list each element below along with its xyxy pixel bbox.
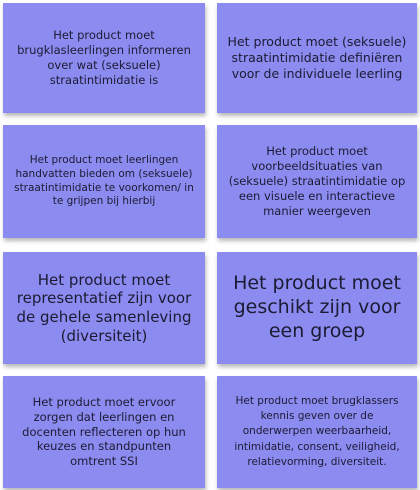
sticky-note-text: Het product moet ervoor zorgen dat leerl… xyxy=(22,394,186,469)
sticky-note-representatief[interactable]: Het product moet representatief zijn voo… xyxy=(3,252,205,364)
sticky-note-text: Het product moet brugklassers kennis gev… xyxy=(234,394,400,468)
sticky-note-handvatten[interactable]: Het product moet leerlingen handvatten b… xyxy=(3,125,205,238)
sticky-note-text: Het product moet leerlingen handvatten b… xyxy=(14,154,194,208)
sticky-note-definieren[interactable]: Het product moet (seksuele) straatintimi… xyxy=(217,3,417,113)
sticky-note-text: Het product moet voorbeeldsituaties van … xyxy=(228,144,406,218)
sticky-note-text: Het product moet (seksuele) straatintimi… xyxy=(227,33,407,82)
sticky-note-text: Het product moet brugklasleerlingen info… xyxy=(17,28,191,87)
sticky-note-text: Het product moet geschikt zijn voor een … xyxy=(233,272,401,342)
sticky-note-groep[interactable]: Het product moet geschikt zijn voor een … xyxy=(217,252,417,364)
sticky-note-voorbeeldsituaties[interactable]: Het product moet voorbeeldsituaties van … xyxy=(217,125,417,238)
sticky-note-kennis[interactable]: Het product moet brugklassers kennis gev… xyxy=(217,376,417,488)
sticky-note-text: Het product moet representatief zijn voo… xyxy=(16,270,192,345)
sticky-note-reflecteren[interactable]: Het product moet ervoor zorgen dat leerl… xyxy=(3,376,205,488)
sticky-note-informeren[interactable]: Het product moet brugklasleerlingen info… xyxy=(3,3,205,113)
